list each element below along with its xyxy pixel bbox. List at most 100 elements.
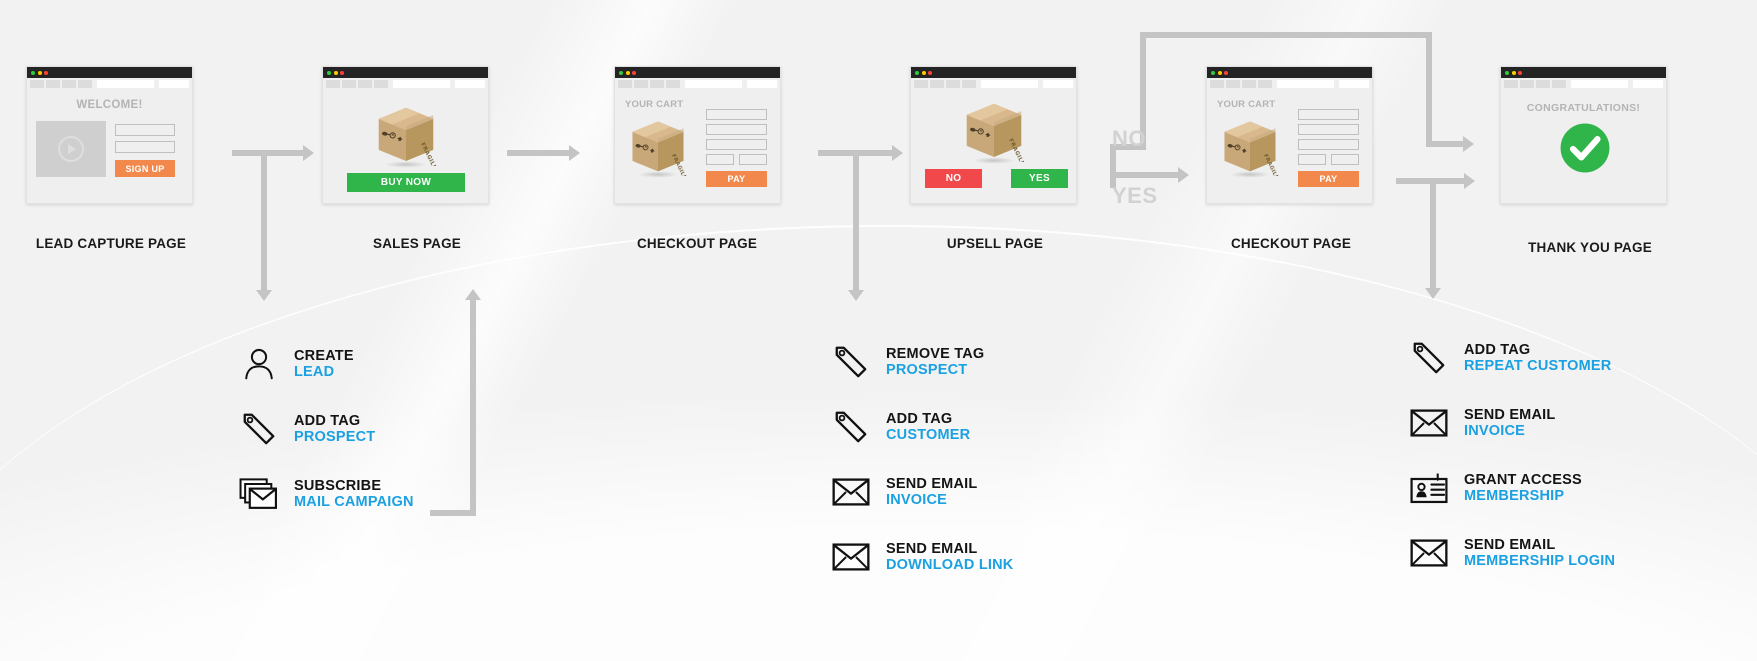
browser-tab[interactable] (1242, 80, 1256, 88)
browser-tab[interactable] (946, 80, 960, 88)
box-shadow (630, 170, 686, 179)
product-box-icon (373, 104, 439, 166)
browser-tabstrip[interactable] (1207, 78, 1372, 90)
browser-tabstrip[interactable] (27, 78, 192, 90)
browser-address-bar[interactable] (981, 80, 1038, 88)
upsell-no-button[interactable]: NO (925, 169, 982, 188)
checkout-field-2[interactable] (706, 124, 767, 135)
browser-tab[interactable] (1226, 80, 1240, 88)
product-box-icon (627, 118, 689, 176)
browser-search-bar[interactable] (747, 80, 777, 88)
arrowhead-to-lead-actions (256, 290, 272, 301)
browser-tabstrip[interactable] (911, 78, 1076, 90)
browser-checkout-page-2: YOUR CART PAY (1206, 66, 1373, 204)
buy-now-button[interactable]: BUY NOW (347, 173, 465, 192)
window-dot-red (928, 70, 932, 75)
browser-address-bar[interactable] (393, 80, 450, 88)
caption-thank-you-page: THANK YOU PAGE (1528, 240, 1652, 255)
window-dot-green (327, 70, 331, 75)
cart-heading: YOUR CART (1217, 99, 1276, 110)
checkout-field-5[interactable] (739, 154, 767, 165)
browser-tab[interactable] (46, 80, 60, 88)
browser-titlebar (911, 67, 1076, 78)
browser-tab[interactable] (30, 80, 44, 88)
tag-icon (830, 407, 872, 447)
connector-leadcapture-horizontal (232, 150, 307, 156)
browser-address-bar[interactable] (685, 80, 742, 88)
browser-tab[interactable] (374, 80, 388, 88)
browser-search-bar[interactable] (1633, 80, 1663, 88)
action-item-add-tag-prospect: ADD TAG PROSPECT (238, 405, 414, 453)
branch-label-no: NO (1112, 126, 1146, 151)
action-subtitle: MEMBERSHIP LOGIN (1464, 553, 1616, 569)
browser-tab[interactable] (1210, 80, 1224, 88)
browser-tab[interactable] (1520, 80, 1534, 88)
checkout-field-3[interactable] (706, 139, 767, 150)
checkout-field-4[interactable] (1298, 154, 1326, 165)
browser-search-bar[interactable] (1339, 80, 1369, 88)
page-headline: CONGRATULATIONS! (1526, 102, 1641, 114)
checkout-field-1[interactable] (1298, 109, 1359, 120)
page-body-checkout-2: YOUR CART PAY (1207, 90, 1372, 203)
checkout-field-1[interactable] (706, 109, 767, 120)
branch-label-yes: YES (1112, 183, 1158, 208)
browser-tab[interactable] (618, 80, 632, 88)
browser-address-bar[interactable] (1571, 80, 1628, 88)
checkout-field-2[interactable] (1298, 124, 1359, 135)
browser-tab[interactable] (634, 80, 648, 88)
browser-tab[interactable] (666, 80, 680, 88)
action-title: ADD TAG (294, 412, 361, 429)
browser-tab[interactable] (962, 80, 976, 88)
action-item-add-tag-customer: ADD TAG CUSTOMER (830, 403, 1013, 451)
product-box-icon (1219, 118, 1281, 176)
tag-icon (830, 342, 872, 382)
browser-tabstrip[interactable] (323, 78, 488, 90)
browser-tabstrip[interactable] (1501, 78, 1666, 90)
browser-tab[interactable] (342, 80, 356, 88)
browser-tab[interactable] (358, 80, 372, 88)
browser-tab[interactable] (930, 80, 944, 88)
mailstack-icon (238, 474, 280, 514)
window-dot-yellow (333, 70, 338, 75)
window-dot-red (340, 70, 344, 75)
browser-tab[interactable] (1552, 80, 1566, 88)
checkout-field-3[interactable] (1298, 139, 1359, 150)
browser-address-bar[interactable] (1277, 80, 1334, 88)
browser-address-bar[interactable] (97, 80, 154, 88)
pay-button[interactable]: PAY (1298, 171, 1359, 187)
signup-email-field[interactable] (115, 141, 175, 153)
browser-tab[interactable] (1536, 80, 1550, 88)
sign-up-button[interactable]: SIGN UP (115, 160, 175, 177)
browser-search-bar[interactable] (455, 80, 485, 88)
caption-checkout-page-2: CHECKOUT PAGE (1230, 236, 1352, 251)
checkout-field-4[interactable] (706, 154, 734, 165)
browser-tab[interactable] (78, 80, 92, 88)
browser-search-bar[interactable] (159, 80, 189, 88)
action-title: SEND EMAIL (1464, 536, 1556, 553)
action-title: SEND EMAIL (1464, 406, 1556, 423)
action-subtitle: REPEAT CUSTOMER (1464, 358, 1612, 374)
browser-tabstrip[interactable] (615, 78, 780, 90)
browser-search-bar[interactable] (1043, 80, 1073, 88)
connector-thankyou-down (1430, 178, 1436, 291)
play-icon[interactable] (58, 136, 84, 162)
browser-tab[interactable] (326, 80, 340, 88)
signup-name-field[interactable] (115, 124, 175, 136)
video-placeholder[interactable] (36, 121, 106, 177)
action-subtitle: PROSPECT (886, 362, 968, 378)
pay-button[interactable]: PAY (706, 171, 767, 187)
window-dot-green (1505, 70, 1509, 75)
browser-lead-capture-page: WELCOME! SIGN UP (26, 66, 193, 204)
page-body-checkout-1: YOUR CART PAY (615, 90, 780, 203)
browser-tab[interactable] (914, 80, 928, 88)
upsell-yes-button[interactable]: YES (1011, 169, 1068, 188)
browser-tab[interactable] (1258, 80, 1272, 88)
checkout-field-5[interactable] (1331, 154, 1359, 165)
window-dot-yellow (37, 70, 42, 75)
caption-lead-capture-page: LEAD CAPTURE PAGE (35, 236, 187, 251)
connector-no-top-rail (1140, 32, 1432, 38)
browser-tab[interactable] (62, 80, 76, 88)
caption-upsell-page: UPSELL PAGE (946, 236, 1044, 251)
browser-tab[interactable] (1504, 80, 1518, 88)
browser-tab[interactable] (650, 80, 664, 88)
